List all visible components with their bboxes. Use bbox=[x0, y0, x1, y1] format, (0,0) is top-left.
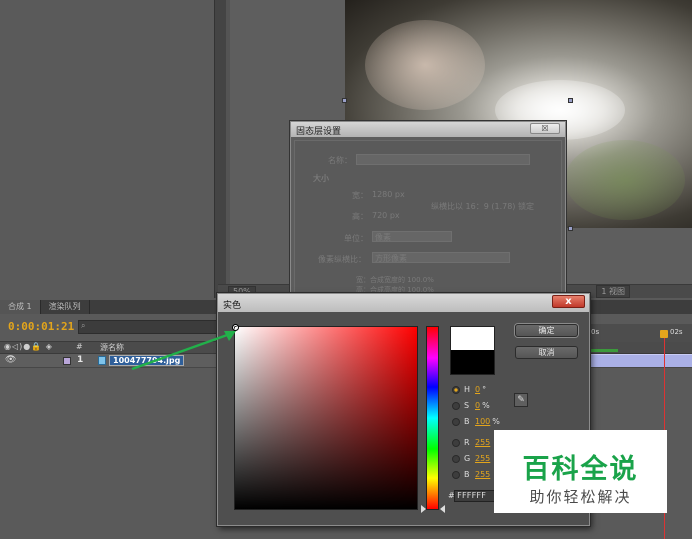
brightness-value[interactable]: 100 bbox=[475, 417, 490, 426]
layer-transform-handle[interactable] bbox=[568, 226, 573, 231]
solid-name-input[interactable] bbox=[356, 154, 530, 165]
layer-number-header: # bbox=[76, 342, 83, 351]
red-value[interactable]: 255 bbox=[475, 438, 490, 447]
solid-dialog-close-button[interactable]: ☒ bbox=[530, 123, 560, 134]
layer-transform-handle[interactable] bbox=[342, 98, 347, 103]
watermark-title: 百科全说 bbox=[522, 454, 639, 485]
saturation-value[interactable]: 0 bbox=[475, 401, 480, 410]
red-field-row: R 255 bbox=[452, 438, 490, 447]
pixel-aspect-dropdown[interactable]: 方形像素 bbox=[372, 252, 510, 263]
width-value[interactable]: 1280 px bbox=[372, 190, 405, 199]
green-radio[interactable] bbox=[452, 454, 460, 463]
search-icon: ⌕ bbox=[81, 321, 86, 330]
green-label: G bbox=[464, 454, 471, 463]
saturation-brightness-field[interactable] bbox=[234, 326, 418, 510]
green-field-row: G 255 bbox=[452, 454, 490, 463]
project-panel bbox=[0, 0, 218, 300]
pixel-aspect-label: 像素纵横比： bbox=[318, 255, 366, 264]
width-label: 宽： bbox=[352, 191, 368, 200]
tab-composition[interactable]: 合成 1 bbox=[0, 300, 41, 314]
ruler-end-label: 02s bbox=[670, 328, 683, 336]
hue-field-row: H 0 ° bbox=[452, 385, 486, 394]
blue-radio[interactable] bbox=[452, 470, 460, 479]
height-value[interactable]: 720 px bbox=[372, 211, 400, 220]
hue-slider-handle-right[interactable] bbox=[440, 505, 445, 513]
color-dialog-title: 实色 bbox=[223, 301, 242, 311]
name-label: 名称： bbox=[328, 156, 352, 165]
eyedropper-icon[interactable]: ✎ bbox=[514, 393, 528, 407]
preview-blur-region bbox=[565, 140, 685, 220]
hue-label: H bbox=[464, 385, 471, 394]
unit-dropdown[interactable]: 像素 bbox=[372, 231, 452, 242]
hue-value[interactable]: 0 bbox=[475, 385, 480, 394]
red-label: R bbox=[464, 438, 470, 447]
ok-button[interactable]: 确定 bbox=[515, 324, 578, 337]
preview-blur-region bbox=[365, 20, 485, 110]
brightness-unit: % bbox=[492, 417, 500, 426]
annotation-arrow-icon bbox=[131, 331, 236, 371]
color-dialog-titlebar[interactable] bbox=[218, 294, 589, 312]
height-label: 高： bbox=[352, 212, 368, 221]
green-value[interactable]: 255 bbox=[475, 454, 490, 463]
brightness-label: B bbox=[464, 417, 470, 426]
project-panel-scrollbar[interactable] bbox=[214, 0, 226, 300]
image-file-icon bbox=[98, 356, 106, 365]
saturation-label: S bbox=[464, 401, 470, 410]
blue-label: B bbox=[464, 470, 470, 479]
hue-slider-handle-left[interactable] bbox=[421, 505, 426, 513]
red-radio[interactable] bbox=[452, 438, 460, 447]
current-timecode[interactable]: 0:00:01:21 bbox=[8, 320, 74, 333]
blue-field-row: B 255 bbox=[452, 470, 490, 479]
saturation-unit: % bbox=[482, 401, 490, 410]
eye-icon[interactable]: 👁 bbox=[5, 355, 16, 365]
layer-duration-bar[interactable] bbox=[590, 354, 692, 367]
new-color-swatch bbox=[450, 326, 495, 350]
view-layout-dropdown[interactable]: 1 视图 bbox=[596, 285, 630, 298]
unit-label: 单位： bbox=[344, 234, 368, 243]
brightness-field-row: B 100 % bbox=[452, 417, 500, 426]
hue-unit: ° bbox=[482, 385, 487, 394]
current-time-indicator[interactable] bbox=[660, 330, 668, 338]
aspect-lock-checkbox-label[interactable]: 纵横比以 16：9 (1.78) 锁定 bbox=[431, 201, 534, 212]
tab-render-queue[interactable]: 渲染队列 bbox=[41, 300, 90, 314]
layer-label-color[interactable] bbox=[63, 357, 71, 365]
layer-transform-handle[interactable] bbox=[568, 98, 573, 103]
cancel-button[interactable]: 取消 bbox=[515, 346, 578, 359]
ruler-start-label: 0s bbox=[591, 328, 600, 336]
work-area-bar[interactable] bbox=[590, 349, 618, 352]
close-icon[interactable]: x bbox=[552, 295, 585, 308]
source-name-header[interactable]: 源名称 bbox=[100, 342, 124, 353]
saturation-field-row: S 0 % bbox=[452, 401, 490, 410]
original-color-swatch[interactable] bbox=[450, 350, 495, 375]
watermark-subtitle: 助你轻松解决 bbox=[529, 488, 632, 506]
brightness-radio[interactable] bbox=[452, 417, 460, 426]
size-heading: 大小 bbox=[313, 174, 329, 183]
blue-value[interactable]: 255 bbox=[475, 470, 490, 479]
saturation-radio[interactable] bbox=[452, 401, 460, 410]
layer-number: 1 bbox=[77, 355, 84, 365]
av-switches-header-icons: ◉◁)●🔒 ◈ bbox=[4, 342, 53, 351]
solid-dialog-title: 固态层设置 bbox=[291, 122, 565, 137]
width-percent-text: 宽：合成宽度的 100.0% bbox=[356, 276, 434, 284]
hue-radio[interactable] bbox=[452, 385, 460, 394]
hue-slider[interactable] bbox=[426, 326, 439, 510]
